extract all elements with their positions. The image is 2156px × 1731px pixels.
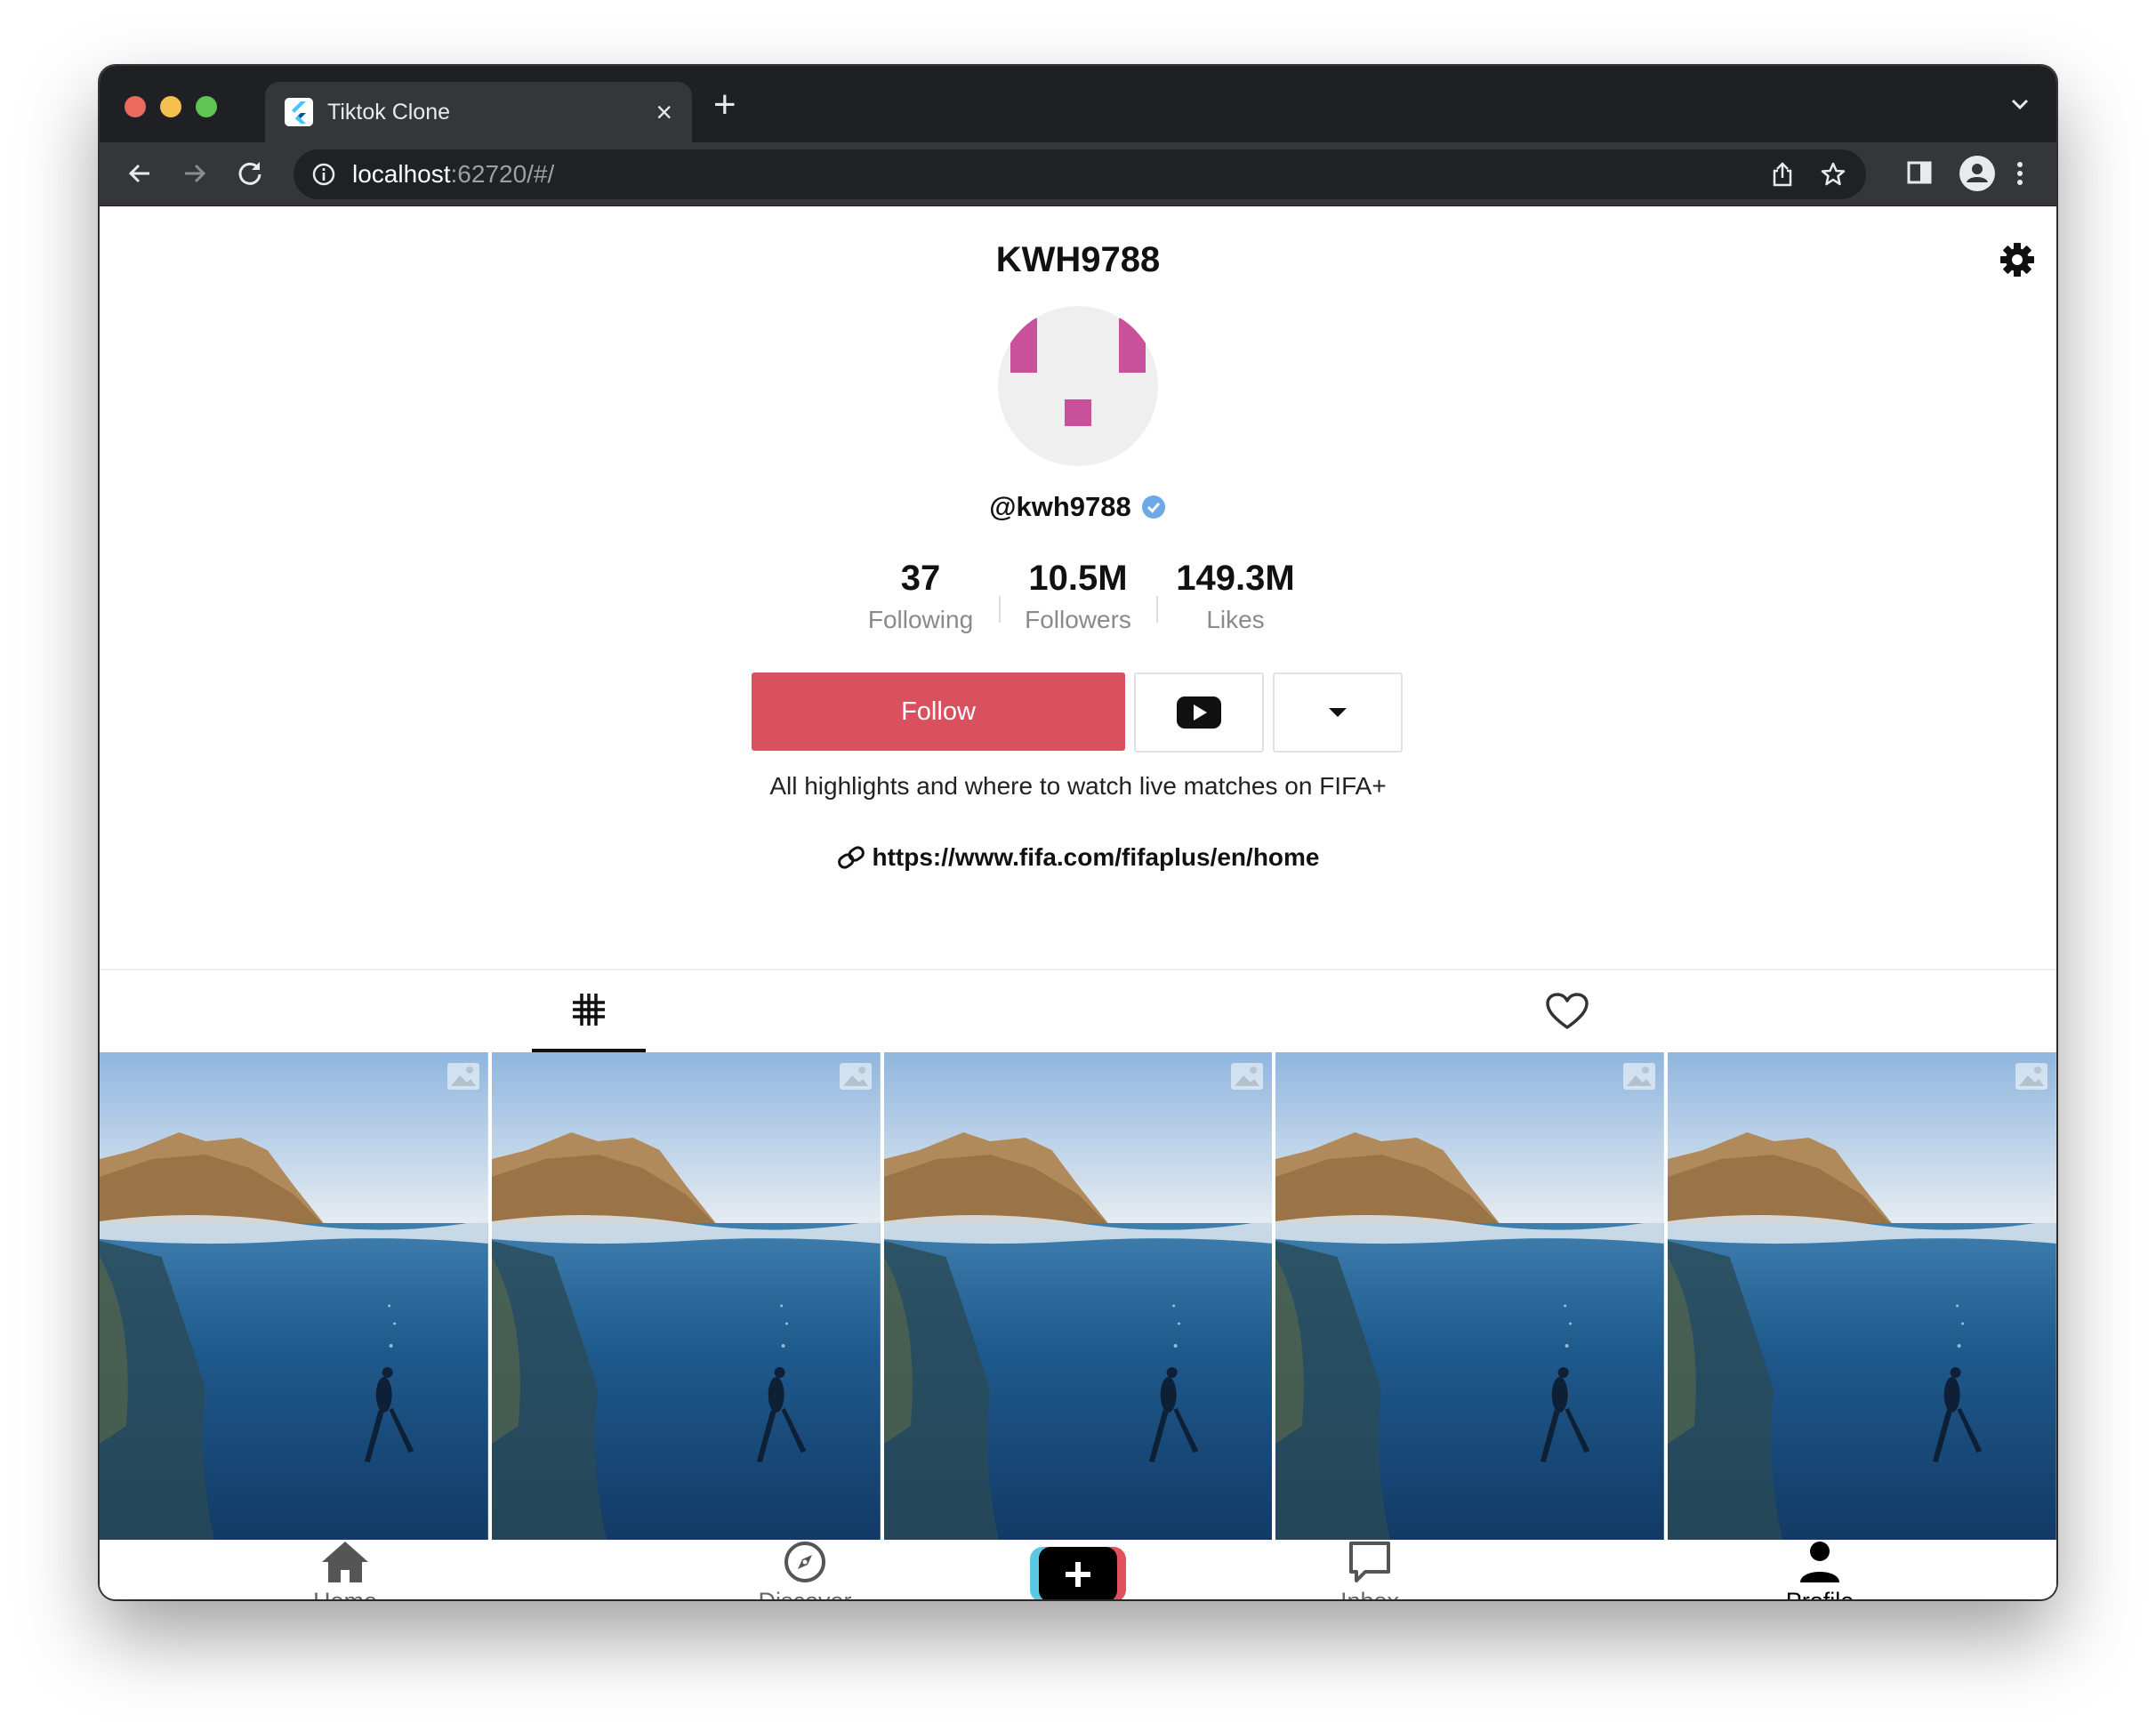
profile-avatar-icon[interactable] bbox=[1959, 155, 1996, 197]
nav-inbox[interactable]: Inbox bbox=[1281, 1540, 1459, 1599]
chevron-down-icon[interactable] bbox=[2010, 94, 2030, 118]
forward-icon[interactable] bbox=[180, 158, 210, 193]
youtube-button[interactable] bbox=[1134, 672, 1264, 753]
address-bar[interactable]: localhost:62720/#/ bbox=[294, 149, 1866, 199]
image-icon bbox=[1229, 1061, 1265, 1096]
nav-profile[interactable]: Profile bbox=[1731, 1540, 1909, 1599]
stat-value: 10.5M bbox=[1028, 559, 1128, 598]
message-icon bbox=[1349, 1542, 1390, 1582]
nav-home[interactable]: Home bbox=[256, 1540, 434, 1599]
user-handle: @kwh9788 bbox=[100, 491, 2056, 523]
stat-value: 149.3M bbox=[1176, 559, 1295, 598]
video-thumbnail[interactable] bbox=[1668, 1052, 2056, 1540]
page-title: KWH9788 bbox=[995, 240, 1161, 279]
tab-title: Tiktok Clone bbox=[327, 99, 451, 125]
caret-down-icon bbox=[1329, 708, 1347, 717]
stat-value: 37 bbox=[900, 559, 941, 598]
bookmark-star-icon[interactable] bbox=[1820, 161, 1846, 188]
nav-label: Discover bbox=[758, 1588, 851, 1599]
plus-icon bbox=[1030, 1547, 1126, 1599]
video-thumbnail[interactable] bbox=[100, 1052, 488, 1540]
home-icon bbox=[322, 1542, 368, 1582]
follow-button[interactable]: Follow bbox=[752, 672, 1125, 751]
stat-likes[interactable]: 149.3M Likes bbox=[1158, 559, 1314, 634]
side-panel-icon[interactable] bbox=[1905, 158, 1934, 191]
stat-label: Followers bbox=[1025, 606, 1131, 633]
minimize-window-button[interactable] bbox=[160, 96, 181, 117]
reload-icon[interactable] bbox=[235, 158, 265, 193]
video-thumbnail[interactable] bbox=[491, 1052, 881, 1540]
flutter-icon bbox=[285, 98, 313, 126]
video-grid bbox=[100, 1052, 2056, 1540]
nav-label: Profile bbox=[1786, 1588, 1854, 1599]
nav-discover[interactable]: Discover bbox=[716, 1540, 894, 1599]
profile-link[interactable]: https://www.fifa.com/fifaplus/en/home bbox=[100, 843, 2056, 872]
compass-icon bbox=[784, 1542, 825, 1582]
avatar[interactable] bbox=[998, 306, 1158, 466]
profile-stats: 37 Following 10.5M Followers 149.3M Like… bbox=[100, 559, 2056, 634]
stat-following[interactable]: 37 Following bbox=[843, 559, 999, 634]
browser-tab[interactable]: Tiktok Clone × bbox=[265, 82, 692, 142]
share-icon[interactable] bbox=[1770, 161, 1795, 188]
person-icon bbox=[1800, 1542, 1839, 1582]
gear-icon[interactable] bbox=[1998, 240, 2037, 284]
stat-followers[interactable]: 10.5M Followers bbox=[1001, 559, 1156, 634]
profile-page: KWH9788 @kwh9788 37 Following 10.5M Foll… bbox=[100, 206, 2056, 1599]
bottom-navigation: Home Discover Inbox Profile bbox=[100, 1540, 2056, 1599]
content-tabs bbox=[100, 970, 2056, 1052]
link-icon bbox=[837, 846, 865, 869]
link-text: https://www.fifa.com/fifaplus/en/home bbox=[872, 843, 1320, 871]
url-path: :62720/#/ bbox=[450, 160, 555, 188]
image-icon bbox=[2014, 1061, 2049, 1096]
heart-icon bbox=[1546, 993, 1589, 1029]
close-tab-icon[interactable]: × bbox=[656, 98, 672, 126]
nav-label: Home bbox=[313, 1588, 377, 1599]
tab-liked[interactable] bbox=[1510, 970, 1624, 1052]
handle-text: @kwh9788 bbox=[989, 491, 1131, 522]
tab-videos[interactable] bbox=[532, 970, 646, 1052]
more-options-button[interactable] bbox=[1273, 672, 1403, 753]
video-thumbnail[interactable] bbox=[883, 1052, 1273, 1540]
browser-toolbar: localhost:62720/#/ bbox=[100, 142, 2056, 206]
close-window-button[interactable] bbox=[125, 96, 146, 117]
image-icon bbox=[446, 1061, 481, 1096]
grid-icon bbox=[573, 994, 605, 1026]
kebab-menu-icon[interactable] bbox=[2014, 158, 2026, 193]
url-host: localhost bbox=[352, 160, 451, 188]
maximize-window-button[interactable] bbox=[196, 96, 217, 117]
browser-window: Tiktok Clone × + localhost:62720/#/ KWH… bbox=[100, 66, 2056, 1599]
tab-strip: Tiktok Clone × + bbox=[100, 66, 2056, 142]
image-icon bbox=[1621, 1061, 1657, 1096]
stat-label: Likes bbox=[1206, 606, 1265, 633]
verified-badge-icon bbox=[1140, 494, 1167, 520]
back-icon[interactable] bbox=[125, 158, 155, 193]
profile-bio: All highlights and where to watch live m… bbox=[769, 772, 1387, 800]
video-thumbnail[interactable] bbox=[1275, 1052, 1665, 1540]
stat-label: Following bbox=[867, 606, 974, 633]
nav-label: Inbox bbox=[1340, 1588, 1399, 1599]
youtube-icon bbox=[1177, 696, 1221, 729]
image-icon bbox=[838, 1061, 873, 1096]
create-post-button[interactable] bbox=[1030, 1547, 1126, 1599]
new-tab-icon[interactable]: + bbox=[713, 85, 736, 125]
profile-actions: Follow bbox=[752, 672, 1403, 753]
info-icon[interactable] bbox=[311, 162, 336, 187]
